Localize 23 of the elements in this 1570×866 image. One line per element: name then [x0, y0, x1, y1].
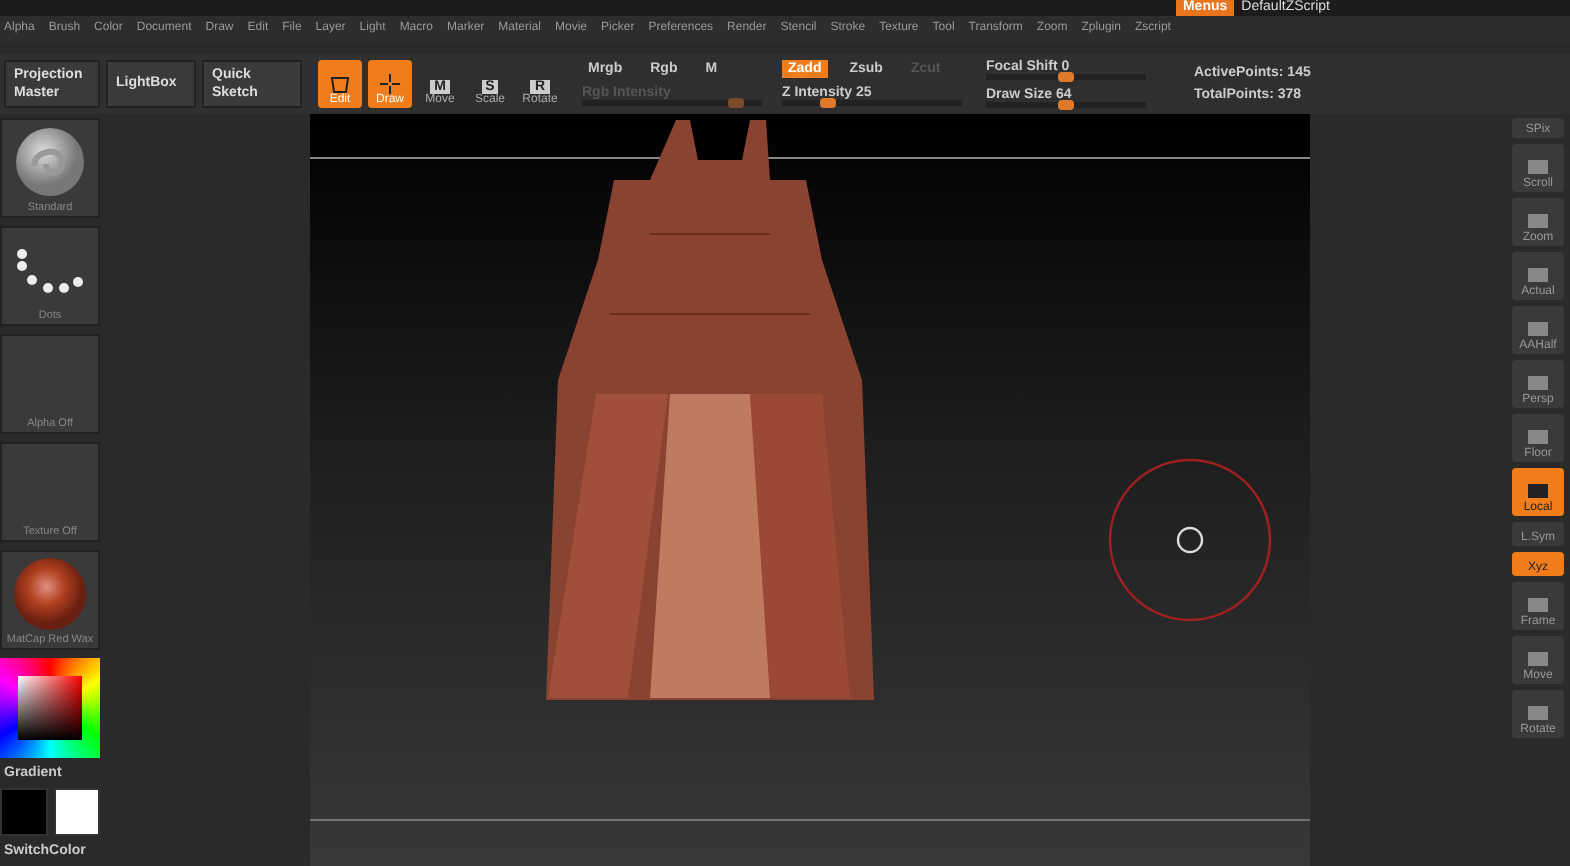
edit-icon: [328, 73, 352, 94]
slider-thumb[interactable]: [1058, 71, 1074, 82]
view-tool-icon: [1526, 212, 1550, 232]
view-tool-icon: [1526, 320, 1550, 340]
view-tool-icon: [1526, 266, 1550, 286]
view-tool-icon: [1526, 650, 1550, 670]
slider-thumb[interactable]: [819, 98, 835, 109]
draw-crosshair-icon: [378, 73, 402, 94]
viewport-canvas[interactable]: [310, 114, 1310, 866]
view-tool-icon: [1526, 374, 1550, 394]
view-tool-icon: [1526, 704, 1550, 724]
view-tool-icon: [1526, 596, 1550, 616]
view-tool-icon: [1526, 482, 1550, 502]
material-sphere-icon: [12, 555, 88, 631]
slider-thumb[interactable]: [1058, 99, 1074, 110]
view-tool-icon: [1526, 158, 1550, 178]
brush-sphere-icon: [14, 125, 86, 197]
brush-cursor-icon: [1108, 458, 1272, 622]
color-swatch[interactable]: [53, 788, 100, 836]
dots-stroke-icon: [14, 245, 86, 293]
color-picker[interactable]: [0, 658, 100, 758]
view-tool-icon: [1526, 428, 1550, 448]
color-swatch[interactable]: [0, 788, 47, 836]
